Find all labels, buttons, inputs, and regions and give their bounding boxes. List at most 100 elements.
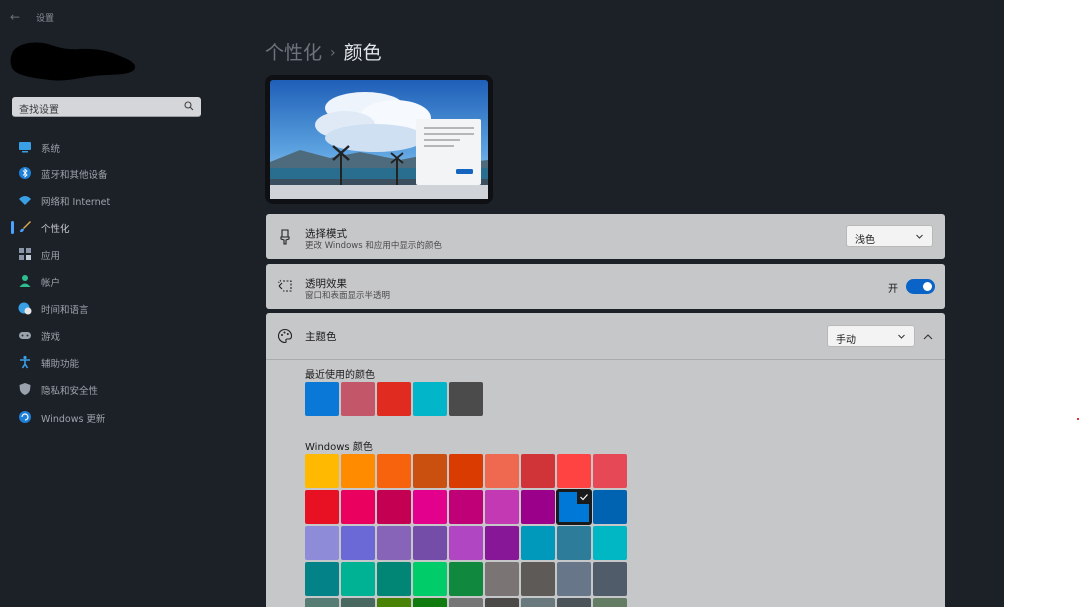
- windows-color-swatch[interactable]: [341, 490, 375, 524]
- windows-color-swatch[interactable]: [593, 490, 627, 524]
- back-arrow-icon[interactable]: ←: [10, 10, 20, 24]
- bluetooth-icon: [19, 167, 31, 179]
- windows-color-swatch[interactable]: [521, 526, 555, 560]
- wifi-icon: [19, 196, 31, 205]
- sidebar-item-system[interactable]: 系统: [0, 134, 240, 160]
- stray-dot: [1077, 418, 1079, 420]
- windows-color-swatch[interactable]: [449, 526, 483, 560]
- sidebar-item-time-language[interactable]: 时间和语言: [0, 295, 240, 321]
- windows-color-swatch[interactable]: [341, 454, 375, 488]
- sidebar-item-accessibility[interactable]: 辅助功能: [0, 349, 240, 375]
- search-icon: [184, 101, 194, 111]
- recent-color-swatch[interactable]: [377, 382, 411, 416]
- sidebar-item-accounts[interactable]: 帐户: [0, 268, 240, 294]
- sidebar-item-network[interactable]: 网络和 Internet: [0, 187, 240, 213]
- windows-color-swatch[interactable]: [557, 454, 591, 488]
- sidebar-item-privacy[interactable]: 隐私和安全性: [0, 376, 240, 402]
- windows-color-swatch[interactable]: [593, 526, 627, 560]
- breadcrumb-parent[interactable]: 个性化: [265, 42, 322, 64]
- accessibility-icon: [20, 355, 30, 369]
- mode-dropdown-value: 浅色: [855, 235, 875, 246]
- search-settings-input[interactable]: 查找设置: [12, 97, 201, 117]
- breadcrumb-separator: ›: [330, 45, 336, 61]
- windows-color-swatch[interactable]: [413, 562, 447, 596]
- sidebar-item-personalization[interactable]: 个性化: [0, 214, 240, 240]
- transparency-state-label: 开: [888, 284, 898, 295]
- windows-color-swatch[interactable]: [557, 526, 591, 560]
- transparency-toggle[interactable]: [906, 279, 935, 294]
- windows-color-swatch[interactable]: [449, 490, 483, 524]
- recent-colors-label: 最近使用的颜色: [305, 370, 375, 381]
- checkmark-icon: [577, 490, 591, 504]
- chevron-down-icon: [898, 334, 905, 339]
- windows-color-swatch[interactable]: [305, 454, 339, 488]
- windows-color-swatch[interactable]: [413, 454, 447, 488]
- windows-color-swatch[interactable]: [521, 454, 555, 488]
- sidebar-item-bluetooth[interactable]: 蓝牙和其他设备: [0, 160, 240, 186]
- chevron-up-icon[interactable]: [918, 327, 938, 347]
- windows-color-swatch[interactable]: [449, 598, 483, 607]
- recent-color-swatch[interactable]: [413, 382, 447, 416]
- recent-color-swatch[interactable]: [305, 382, 339, 416]
- sidebar-item-apps[interactable]: 应用: [0, 241, 240, 267]
- windows-color-swatch[interactable]: [341, 598, 375, 607]
- breadcrumb: 个性化 › 颜色: [265, 38, 382, 65]
- chevron-down-icon: [916, 234, 923, 239]
- monitor-icon: [19, 142, 31, 153]
- mode-dropdown[interactable]: 浅色: [846, 225, 933, 247]
- windows-color-swatch[interactable]: [305, 526, 339, 560]
- windows-color-swatch[interactable]: [521, 562, 555, 596]
- accent-mode-value: 手动: [836, 335, 856, 346]
- windows-color-swatch[interactable]: [305, 562, 339, 596]
- windows-color-swatch[interactable]: [305, 598, 339, 607]
- brush-icon: [20, 221, 31, 233]
- page-title: 颜色: [343, 42, 382, 64]
- theme-preview: [265, 75, 493, 204]
- accent-color-title: 主题色: [305, 331, 337, 343]
- windows-color-swatch[interactable]: [341, 526, 375, 560]
- title-bar: ← 设置: [0, 0, 1004, 34]
- windows-color-swatch[interactable]: [377, 562, 411, 596]
- settings-window: ← 设置 查找设置 系统 蓝牙和其他设备 网络和 Internet 个性化 应用…: [0, 0, 1004, 607]
- windows-color-swatch[interactable]: [557, 598, 591, 607]
- transparency-card: 透明效果 窗口和表面显示半透明 开: [266, 264, 945, 309]
- windows-color-swatch[interactable]: [377, 490, 411, 524]
- sidebar-item-gaming[interactable]: 游戏: [0, 322, 240, 348]
- section-divider: [266, 359, 945, 360]
- windows-color-swatch[interactable]: [485, 454, 519, 488]
- windows-color-swatch[interactable]: [341, 562, 375, 596]
- recent-color-swatch[interactable]: [449, 382, 483, 416]
- windows-color-swatch[interactable]: [413, 526, 447, 560]
- sidebar-item-windows-update[interactable]: Windows 更新: [0, 404, 240, 430]
- brush-icon: [280, 229, 290, 245]
- windows-color-swatch[interactable]: [593, 562, 627, 596]
- choose-mode-card: 选择模式 更改 Windows 和应用中显示的颜色 浅色: [266, 214, 945, 259]
- recent-color-swatch[interactable]: [341, 382, 375, 416]
- windows-color-swatch[interactable]: [377, 598, 411, 607]
- windows-color-swatch[interactable]: [521, 598, 555, 607]
- wallpaper-preview-image: [270, 80, 488, 199]
- windows-color-swatch[interactable]: [485, 490, 519, 524]
- windows-color-swatch[interactable]: [485, 526, 519, 560]
- windows-color-swatch[interactable]: [521, 490, 555, 524]
- windows-color-swatch[interactable]: [449, 454, 483, 488]
- windows-color-swatch[interactable]: [485, 598, 519, 607]
- accent-color-card: 主题色 手动 最近使用的颜色 Windows 颜色: [266, 313, 945, 607]
- palette-icon: [277, 328, 293, 344]
- windows-color-swatch[interactable]: [413, 598, 447, 607]
- update-icon: [19, 411, 31, 423]
- search-placeholder: 查找设置: [19, 105, 59, 116]
- windows-color-swatch[interactable]: [413, 490, 447, 524]
- windows-colors-label: Windows 颜色: [305, 442, 373, 453]
- windows-color-swatch[interactable]: [485, 562, 519, 596]
- accent-mode-dropdown[interactable]: 手动: [827, 325, 915, 347]
- windows-color-swatch[interactable]: [557, 562, 591, 596]
- windows-color-swatch[interactable]: [556, 489, 592, 525]
- windows-color-swatch[interactable]: [377, 526, 411, 560]
- windows-color-swatch[interactable]: [593, 598, 627, 607]
- windows-color-swatch[interactable]: [305, 490, 339, 524]
- windows-color-swatch[interactable]: [377, 454, 411, 488]
- windows-color-swatch[interactable]: [449, 562, 483, 596]
- gamepad-icon: [19, 332, 31, 339]
- windows-color-swatch[interactable]: [593, 454, 627, 488]
